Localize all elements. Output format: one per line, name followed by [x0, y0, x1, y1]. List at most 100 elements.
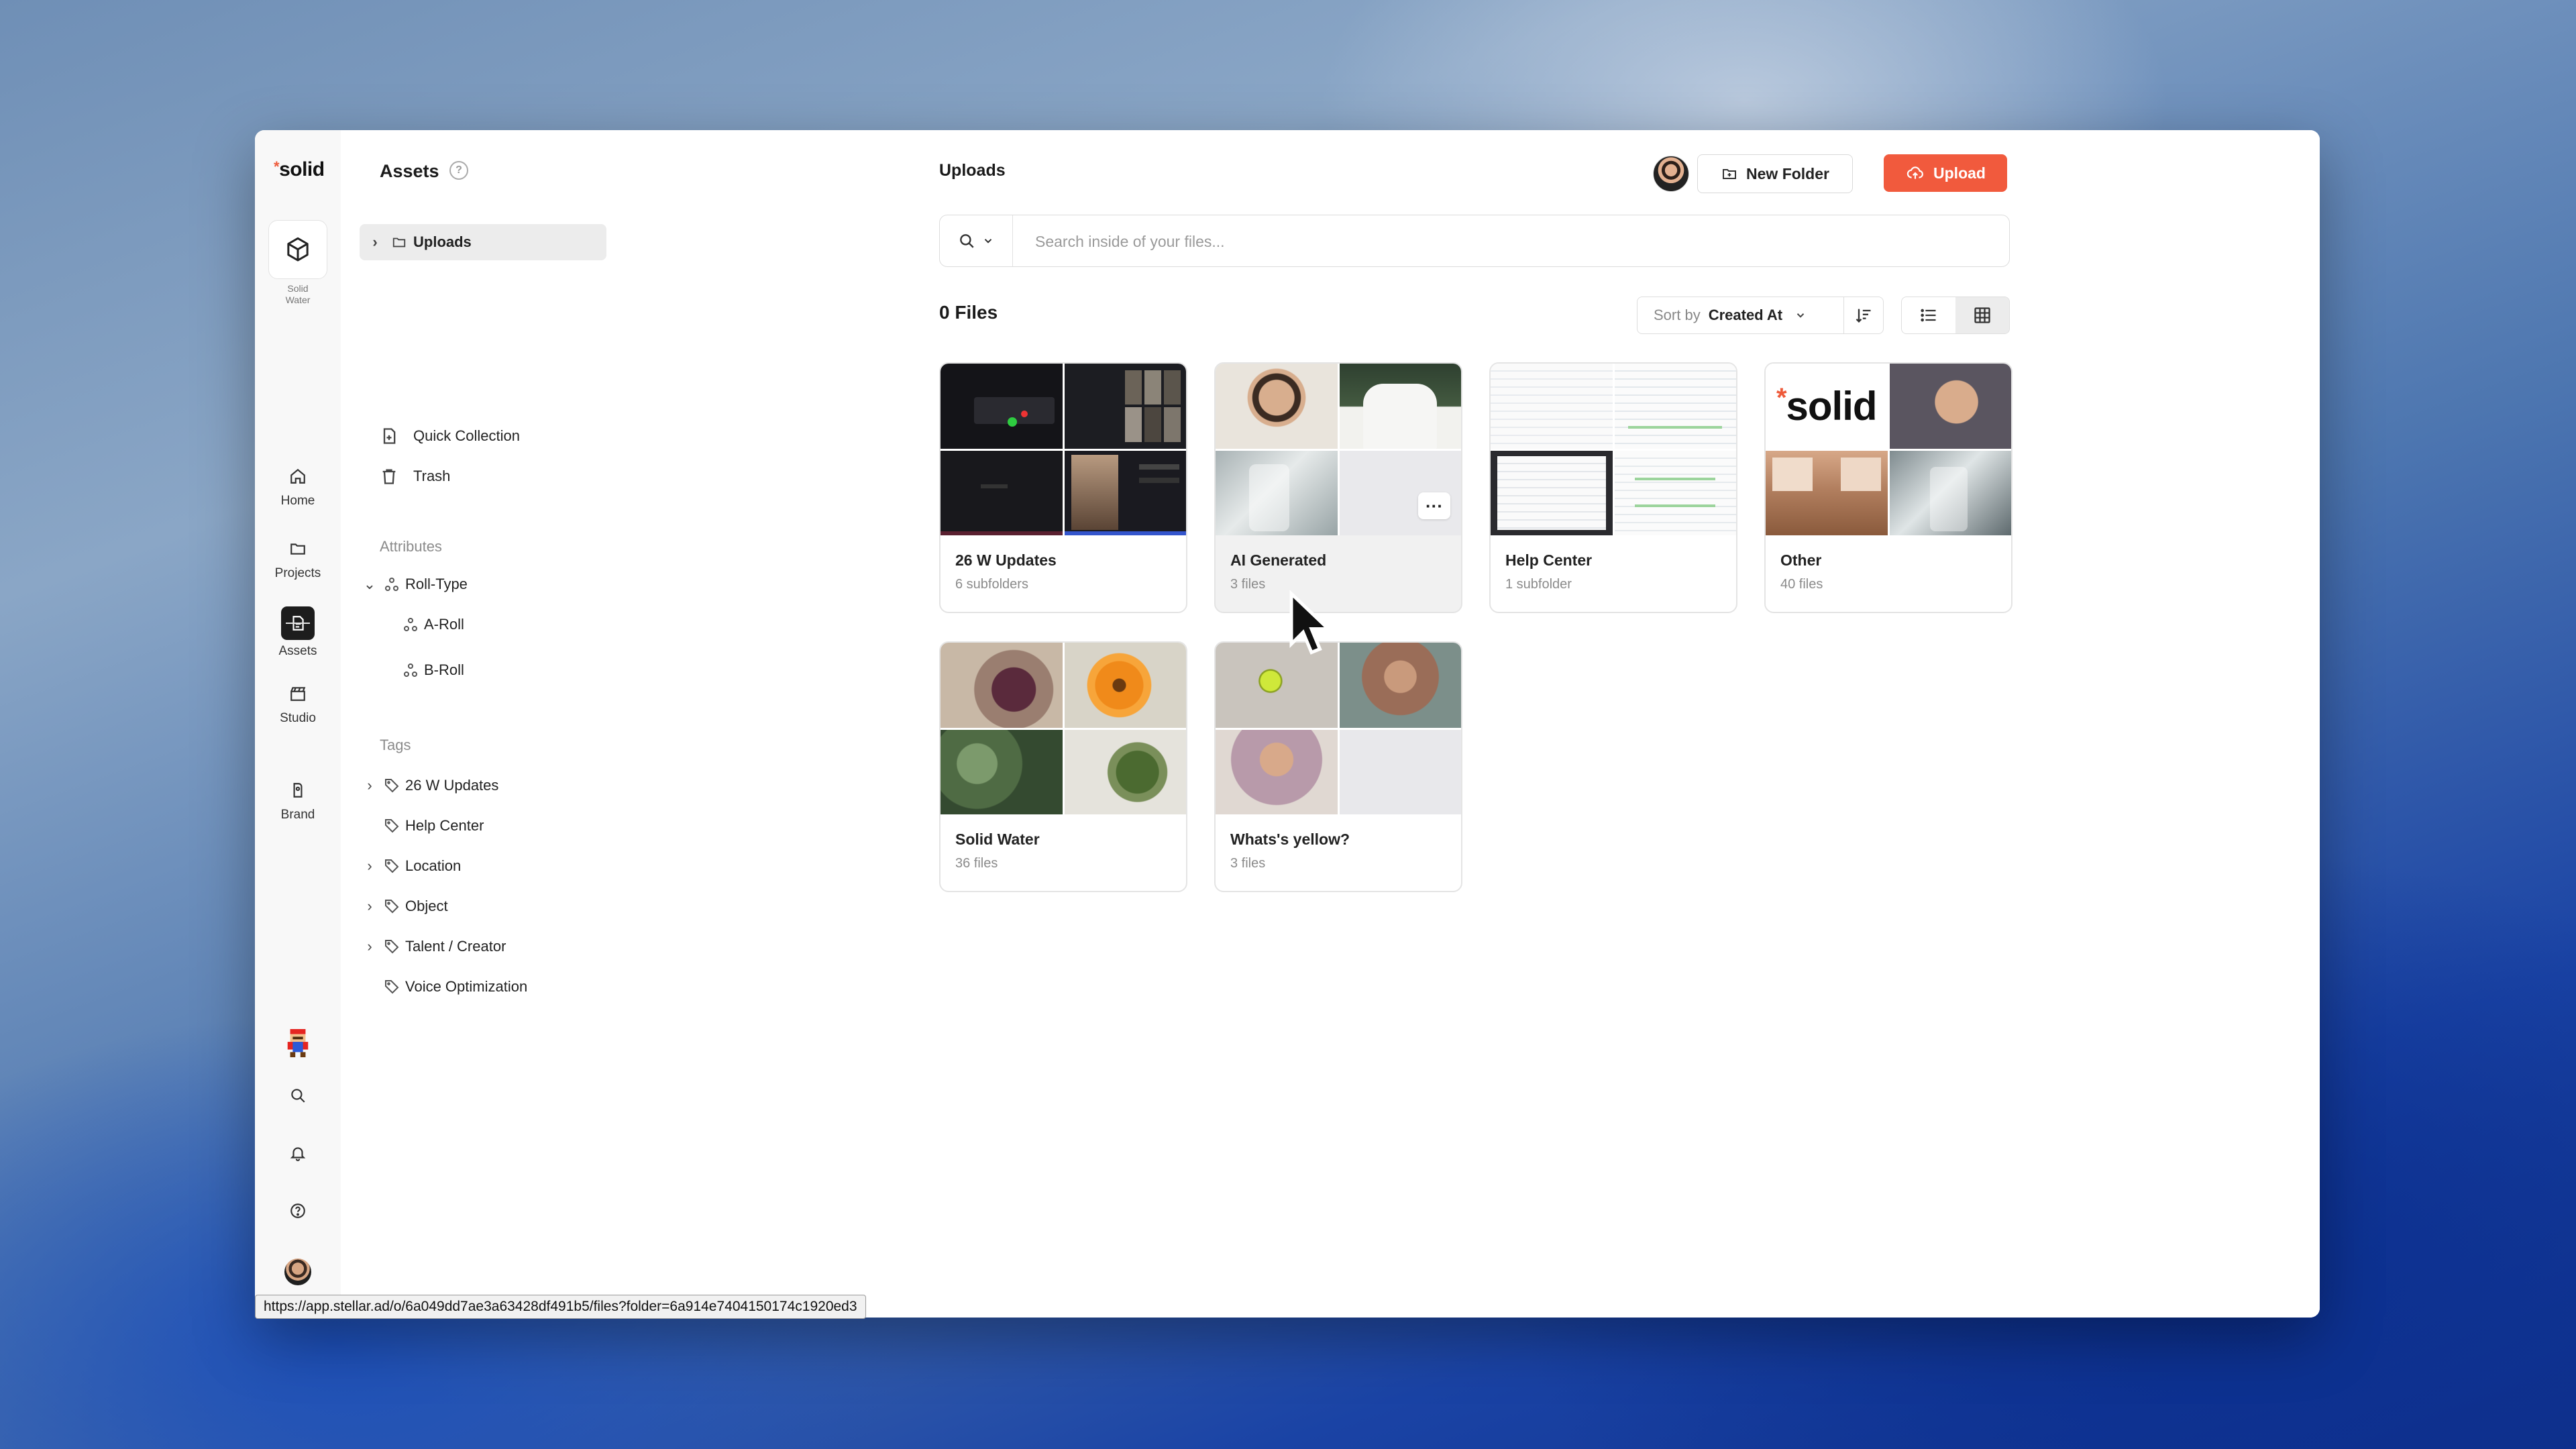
chevron-right-icon[interactable]: ›	[360, 777, 380, 794]
folder-thumbnails	[1491, 364, 1736, 535]
avatar[interactable]	[1653, 156, 1689, 192]
thumbnail	[941, 729, 1063, 814]
logo[interactable]: *solid	[274, 158, 325, 181]
sidebar-item-label: Uploads	[413, 233, 472, 250]
list-icon	[1921, 309, 1936, 322]
list-view-button[interactable]	[1902, 297, 1955, 333]
search-button[interactable]	[255, 1087, 341, 1108]
folder-thumbnails	[941, 364, 1186, 535]
thumbnail	[1889, 364, 2011, 449]
thumbnail: *solid	[1766, 364, 1888, 449]
thumbnail	[1216, 450, 1338, 535]
search-scope-dropdown[interactable]	[940, 215, 1013, 266]
folder-icon	[284, 535, 311, 562]
thumbnail	[1614, 450, 1736, 535]
tag-icon	[385, 779, 399, 793]
folder-meta: 40 files	[1780, 577, 1823, 592]
mario-avatar[interactable]	[255, 1029, 341, 1061]
tag-label: Talent / Creator	[405, 938, 506, 955]
chevron-right-icon[interactable]: ›	[360, 898, 380, 915]
folder-plus-icon	[1723, 169, 1737, 179]
rail-item-brand[interactable]: Brand	[255, 777, 341, 822]
folder-thumbnails	[941, 643, 1186, 814]
attribute-b-roll[interactable]: B-Roll	[402, 661, 464, 679]
thumbnail	[1064, 729, 1186, 814]
thumbnail	[1064, 643, 1186, 728]
folder-card[interactable]: *solid Other 40 files	[1764, 362, 2012, 613]
thumbnail	[941, 643, 1063, 728]
main-content: Uploads New Folder Upload 0 Files Sort b…	[627, 130, 2320, 1318]
tag-label: Voice Optimization	[405, 978, 528, 995]
folder-card[interactable]: ··· AI Generated 3 files	[1214, 362, 1462, 613]
tag-item[interactable]: Help Center	[380, 817, 484, 835]
tag-item[interactable]: Voice Optimization	[380, 978, 527, 996]
user-avatar-button[interactable]	[255, 1258, 341, 1285]
grid-view-button[interactable]	[1955, 297, 2009, 333]
workspace-switcher[interactable]: Solid Water	[255, 220, 341, 306]
folder-name: Help Center	[1505, 551, 1593, 569]
chevron-down-icon	[984, 239, 992, 244]
search-input[interactable]	[1034, 215, 1976, 268]
thumbnail	[1491, 364, 1613, 449]
attribute-label: Roll-Type	[405, 576, 468, 592]
file-plus-icon	[383, 428, 396, 444]
folder-card[interactable]: Whats's yellow? 3 files	[1214, 641, 1462, 892]
app-window: *solid Solid Water Home Projects Assets	[255, 130, 2320, 1318]
help-button[interactable]	[255, 1202, 341, 1223]
avatar	[284, 1258, 311, 1285]
thumbnail	[1216, 364, 1338, 449]
brand-icon	[284, 777, 311, 804]
sidebar-title: Assets	[380, 161, 439, 181]
attribute-icon	[385, 578, 398, 591]
attribute-a-roll[interactable]: A-Roll	[402, 616, 464, 633]
home-icon	[284, 463, 311, 490]
new-folder-button[interactable]: New Folder	[1697, 154, 1853, 193]
chevron-right-icon[interactable]: ›	[360, 938, 380, 955]
folder-card[interactable]: Help Center 1 subfolder	[1489, 362, 1737, 613]
folder-name: Whats's yellow?	[1230, 830, 1350, 848]
folder-card[interactable]: Solid Water 36 files	[939, 641, 1187, 892]
upload-button[interactable]: Upload	[1884, 154, 2007, 192]
page-title: Uploads	[939, 161, 1006, 180]
rail-label-home: Home	[280, 494, 315, 508]
sort-direction-button[interactable]	[1843, 297, 1883, 333]
folder-thumbnails: *solid	[1766, 364, 2011, 535]
sidebar-item-trash[interactable]: Trash	[380, 467, 450, 486]
new-folder-label: New Folder	[1746, 164, 1829, 182]
tag-icon	[385, 940, 399, 954]
tag-item[interactable]: › 26 W Updates	[360, 777, 498, 794]
tag-item[interactable]: › Location	[360, 857, 461, 875]
folder-meta: 36 files	[955, 856, 998, 871]
folder-name: Other	[1780, 551, 1822, 569]
rail-item-home[interactable]: Home	[255, 463, 341, 508]
file-count: 0 Files	[939, 302, 998, 323]
chevron-right-icon[interactable]: ›	[365, 233, 385, 251]
attribute-roll-type[interactable]: ⌄ Roll-Type	[360, 576, 468, 593]
rail-item-assets[interactable]: Assets	[255, 606, 341, 659]
notifications-button[interactable]	[255, 1144, 341, 1165]
nav-rail: *solid Solid Water Home Projects Assets	[255, 130, 341, 1318]
workspace-icon	[268, 220, 327, 279]
thumbnail	[1339, 729, 1461, 814]
folder-card[interactable]: 26 W Updates 6 subfolders	[939, 362, 1187, 613]
attributes-heading: Attributes	[380, 538, 442, 555]
tag-item[interactable]: › Object	[360, 898, 447, 915]
sidebar-item-uploads[interactable]: › Uploads	[360, 224, 606, 260]
sidebar-item-label: Quick Collection	[413, 427, 520, 444]
solid-logo-thumb: solid	[1786, 383, 1878, 429]
sidebar-item-quick-collection[interactable]: Quick Collection	[380, 427, 520, 445]
more-options-button[interactable]: ···	[1418, 492, 1450, 519]
chevron-right-icon[interactable]: ›	[360, 857, 380, 875]
sort-descending-icon	[1856, 309, 1871, 323]
folder-name: Solid Water	[955, 830, 1040, 848]
thumbnail	[1766, 450, 1888, 535]
rail-item-studio[interactable]: Studio	[255, 680, 341, 726]
tag-item[interactable]: › Talent / Creator	[360, 938, 506, 955]
folder-meta: 1 subfolder	[1505, 577, 1572, 592]
thumbnail	[1064, 450, 1186, 535]
rail-item-projects[interactable]: Projects	[255, 535, 341, 581]
help-icon	[290, 1203, 305, 1218]
help-circle-icon[interactable]: ?	[449, 161, 468, 180]
chevron-down-icon[interactable]: ⌄	[360, 576, 380, 593]
sort-dropdown[interactable]: Sort by Created At	[1637, 297, 1884, 334]
